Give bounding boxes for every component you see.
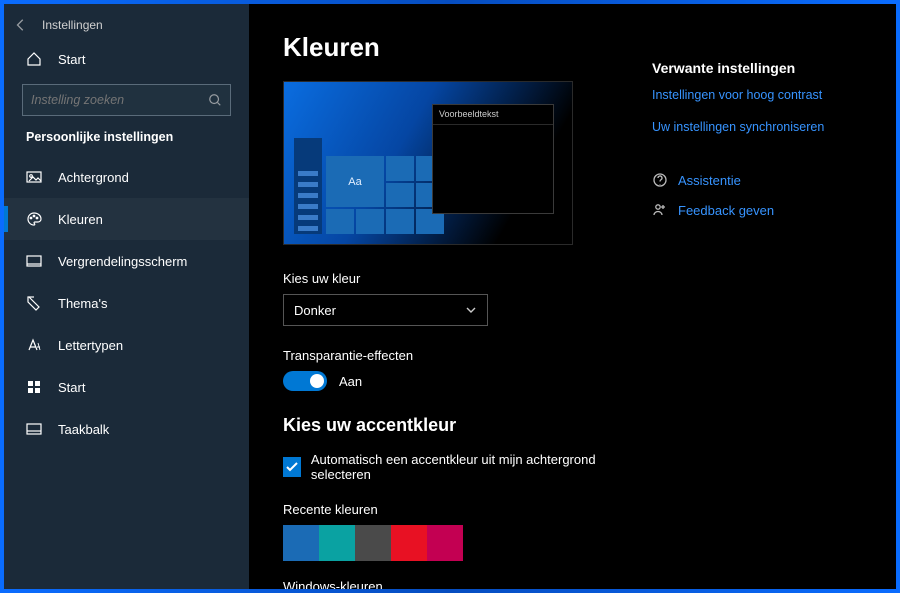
start-icon — [26, 379, 42, 395]
sidebar-item-themes[interactable]: Thema's — [4, 282, 249, 324]
home-button[interactable]: Start — [4, 40, 249, 78]
sidebar: Instellingen Start Persoonlijke instelli… — [4, 4, 249, 589]
sidebar-item-background[interactable]: Achtergrond — [4, 156, 249, 198]
sidebar-item-label: Achtergrond — [58, 170, 129, 185]
palette-icon — [26, 211, 42, 227]
preview-start-menu: Aa — [294, 138, 444, 234]
accent-header: Kies uw accentkleur — [283, 415, 622, 436]
sidebar-item-lockscreen[interactable]: Vergrendelingsscherm — [4, 240, 249, 282]
related-column: Verwante instellingen Instellingen voor … — [652, 32, 862, 589]
help-label: Feedback geven — [678, 203, 774, 218]
sidebar-item-label: Vergrendelingsscherm — [58, 254, 187, 269]
sidebar-item-label: Kleuren — [58, 212, 103, 227]
check-icon — [285, 460, 299, 474]
color-swatch[interactable] — [283, 525, 319, 561]
related-link-sync[interactable]: Uw instellingen synchroniseren — [652, 120, 862, 134]
taskbar-icon — [26, 421, 42, 437]
theme-preview: Aa Voorbeeldtekst — [283, 81, 573, 245]
content-column: Kleuren Aa Voorbeeldtekst Kies uw kleur … — [283, 32, 652, 589]
color-swatch[interactable] — [427, 525, 463, 561]
help-label: Assistentie — [678, 173, 741, 188]
recent-colors-label: Recente kleuren — [283, 502, 622, 517]
themes-icon — [26, 295, 42, 311]
transparency-state: Aan — [339, 374, 362, 389]
sidebar-item-label: Start — [58, 380, 85, 395]
preview-window-title: Voorbeeldtekst — [433, 105, 553, 125]
color-mode-value: Donker — [294, 303, 336, 318]
sidebar-item-colors[interactable]: Kleuren — [4, 198, 249, 240]
settings-window: Instellingen Start Persoonlijke instelli… — [4, 4, 896, 589]
auto-accent-checkbox[interactable] — [283, 457, 301, 477]
search-input[interactable] — [31, 93, 208, 107]
help-assistentie[interactable]: Assistentie — [652, 172, 862, 188]
preview-aa: Aa — [326, 156, 384, 207]
feedback-icon — [652, 202, 668, 218]
color-swatch[interactable] — [355, 525, 391, 561]
sidebar-section-header: Persoonlijke instellingen — [4, 130, 249, 156]
home-icon — [26, 51, 42, 67]
chevron-down-icon — [465, 304, 477, 316]
help-icon — [652, 172, 668, 188]
titlebar: Instellingen — [4, 10, 249, 40]
color-mode-label: Kies uw kleur — [283, 271, 622, 286]
sidebar-item-taskbar[interactable]: Taakbalk — [4, 408, 249, 450]
page-title: Kleuren — [283, 32, 622, 63]
lockscreen-icon — [26, 253, 42, 269]
color-swatch[interactable] — [391, 525, 427, 561]
sidebar-nav: Achtergrond Kleuren Vergrendelingsscherm… — [4, 156, 249, 450]
sidebar-item-fonts[interactable]: Lettertypen — [4, 324, 249, 366]
picture-icon — [26, 169, 42, 185]
home-label: Start — [58, 52, 85, 67]
main-content: Kleuren Aa Voorbeeldtekst Kies uw kleur … — [249, 4, 896, 589]
color-mode-select[interactable]: Donker — [283, 294, 488, 326]
related-header: Verwante instellingen — [652, 60, 862, 76]
auto-accent-label: Automatisch een accentkleur uit mijn ach… — [311, 452, 622, 482]
search-icon — [208, 93, 222, 107]
sidebar-item-label: Lettertypen — [58, 338, 123, 353]
sidebar-item-label: Taakbalk — [58, 422, 109, 437]
sidebar-item-label: Thema's — [58, 296, 107, 311]
search-box[interactable] — [22, 84, 231, 116]
fonts-icon — [26, 337, 42, 353]
transparency-toggle[interactable] — [283, 371, 327, 391]
auto-accent-row[interactable]: Automatisch een accentkleur uit mijn ach… — [283, 452, 622, 482]
preview-window: Voorbeeldtekst — [432, 104, 554, 214]
recent-colors — [283, 525, 622, 561]
help-feedback[interactable]: Feedback geven — [652, 202, 862, 218]
sidebar-item-start[interactable]: Start — [4, 366, 249, 408]
window-title: Instellingen — [42, 18, 103, 32]
windows-colors-label: Windows-kleuren — [283, 579, 622, 589]
back-icon[interactable] — [14, 18, 28, 32]
transparency-label: Transparantie-effecten — [283, 348, 622, 363]
related-link-contrast[interactable]: Instellingen voor hoog contrast — [652, 88, 862, 102]
color-swatch[interactable] — [319, 525, 355, 561]
